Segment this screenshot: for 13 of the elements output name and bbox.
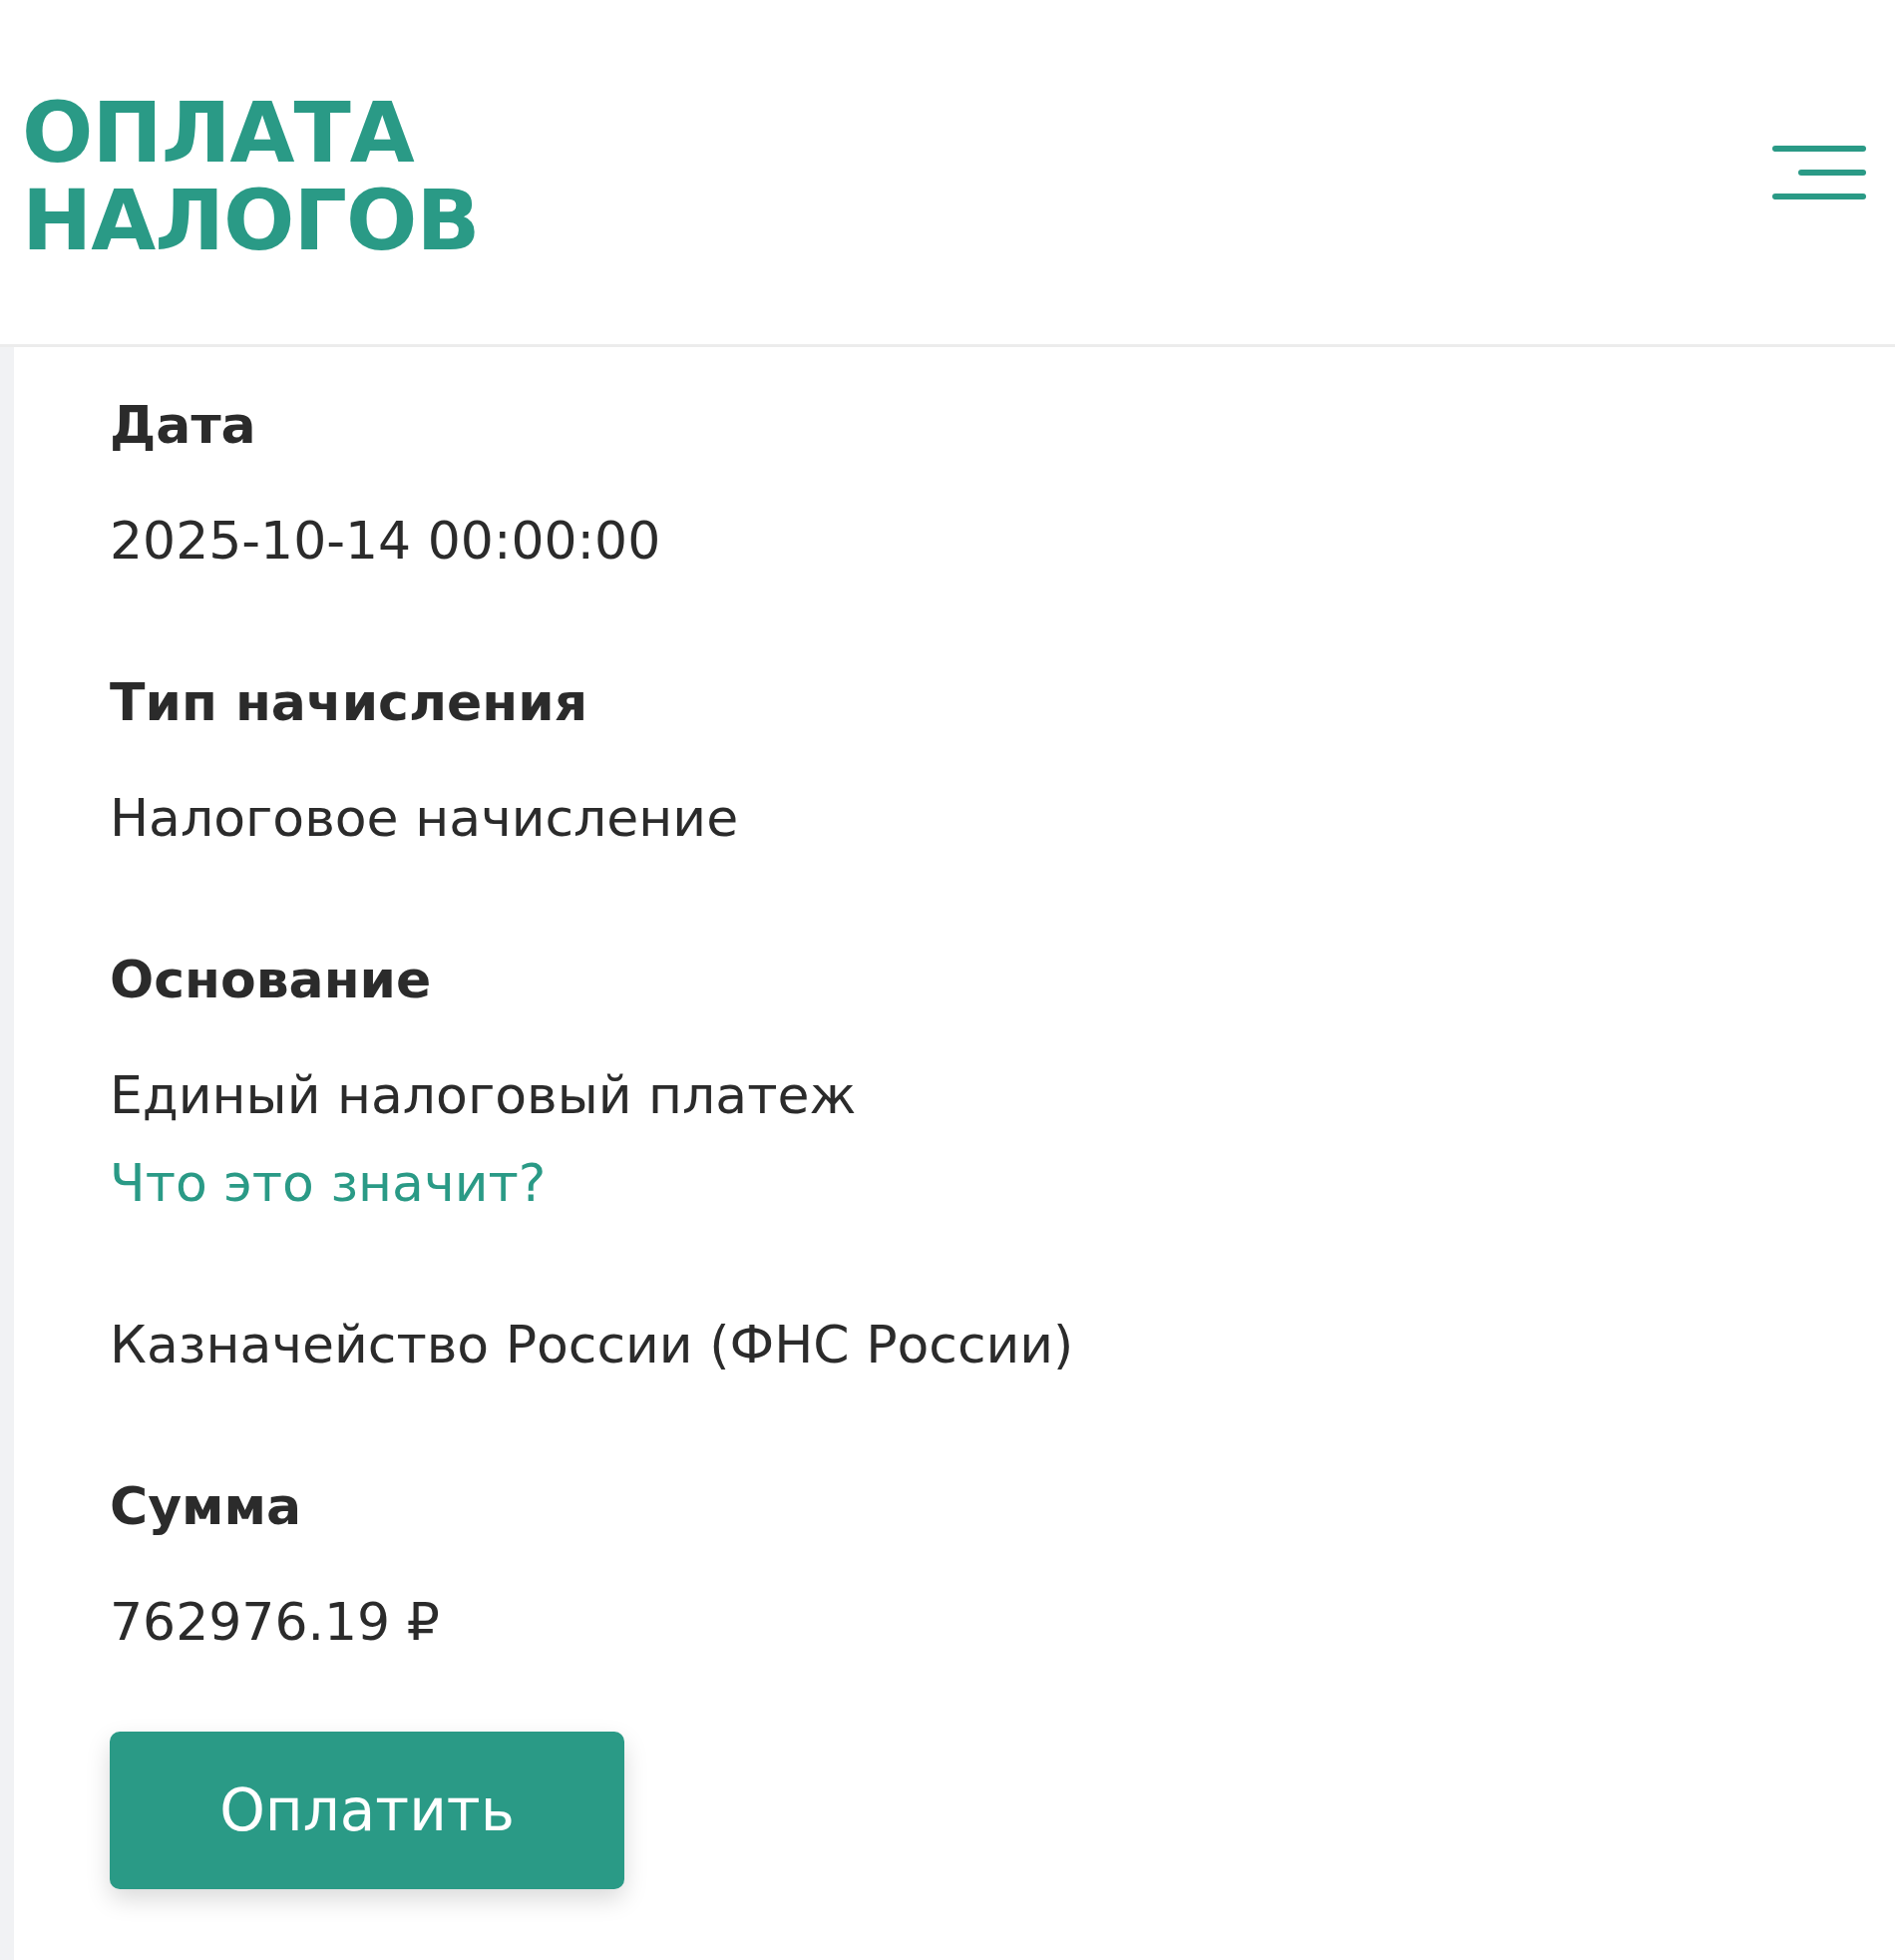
- field-label: Дата: [110, 394, 256, 457]
- site-title: ОПЛАТА НАЛОГОВ: [22, 88, 480, 264]
- field-label: Основание: [110, 949, 432, 1011]
- field-value: Налоговое начисление: [110, 787, 739, 850]
- field-label: Сумма: [110, 1475, 302, 1538]
- field-label: Тип начисления: [110, 671, 588, 734]
- pay-button[interactable]: Оплатить: [110, 1732, 624, 1889]
- field-value: 762976.19 ₽: [110, 1591, 440, 1654]
- field-value: Казначейство России (ФНС России): [110, 1314, 1074, 1376]
- field-value: Единый налоговый платеж: [110, 1064, 857, 1127]
- menu-icon[interactable]: [1772, 145, 1866, 199]
- help-link[interactable]: Что это значит?: [110, 1149, 547, 1217]
- field-value: 2025-10-14 00:00:00: [110, 510, 661, 573]
